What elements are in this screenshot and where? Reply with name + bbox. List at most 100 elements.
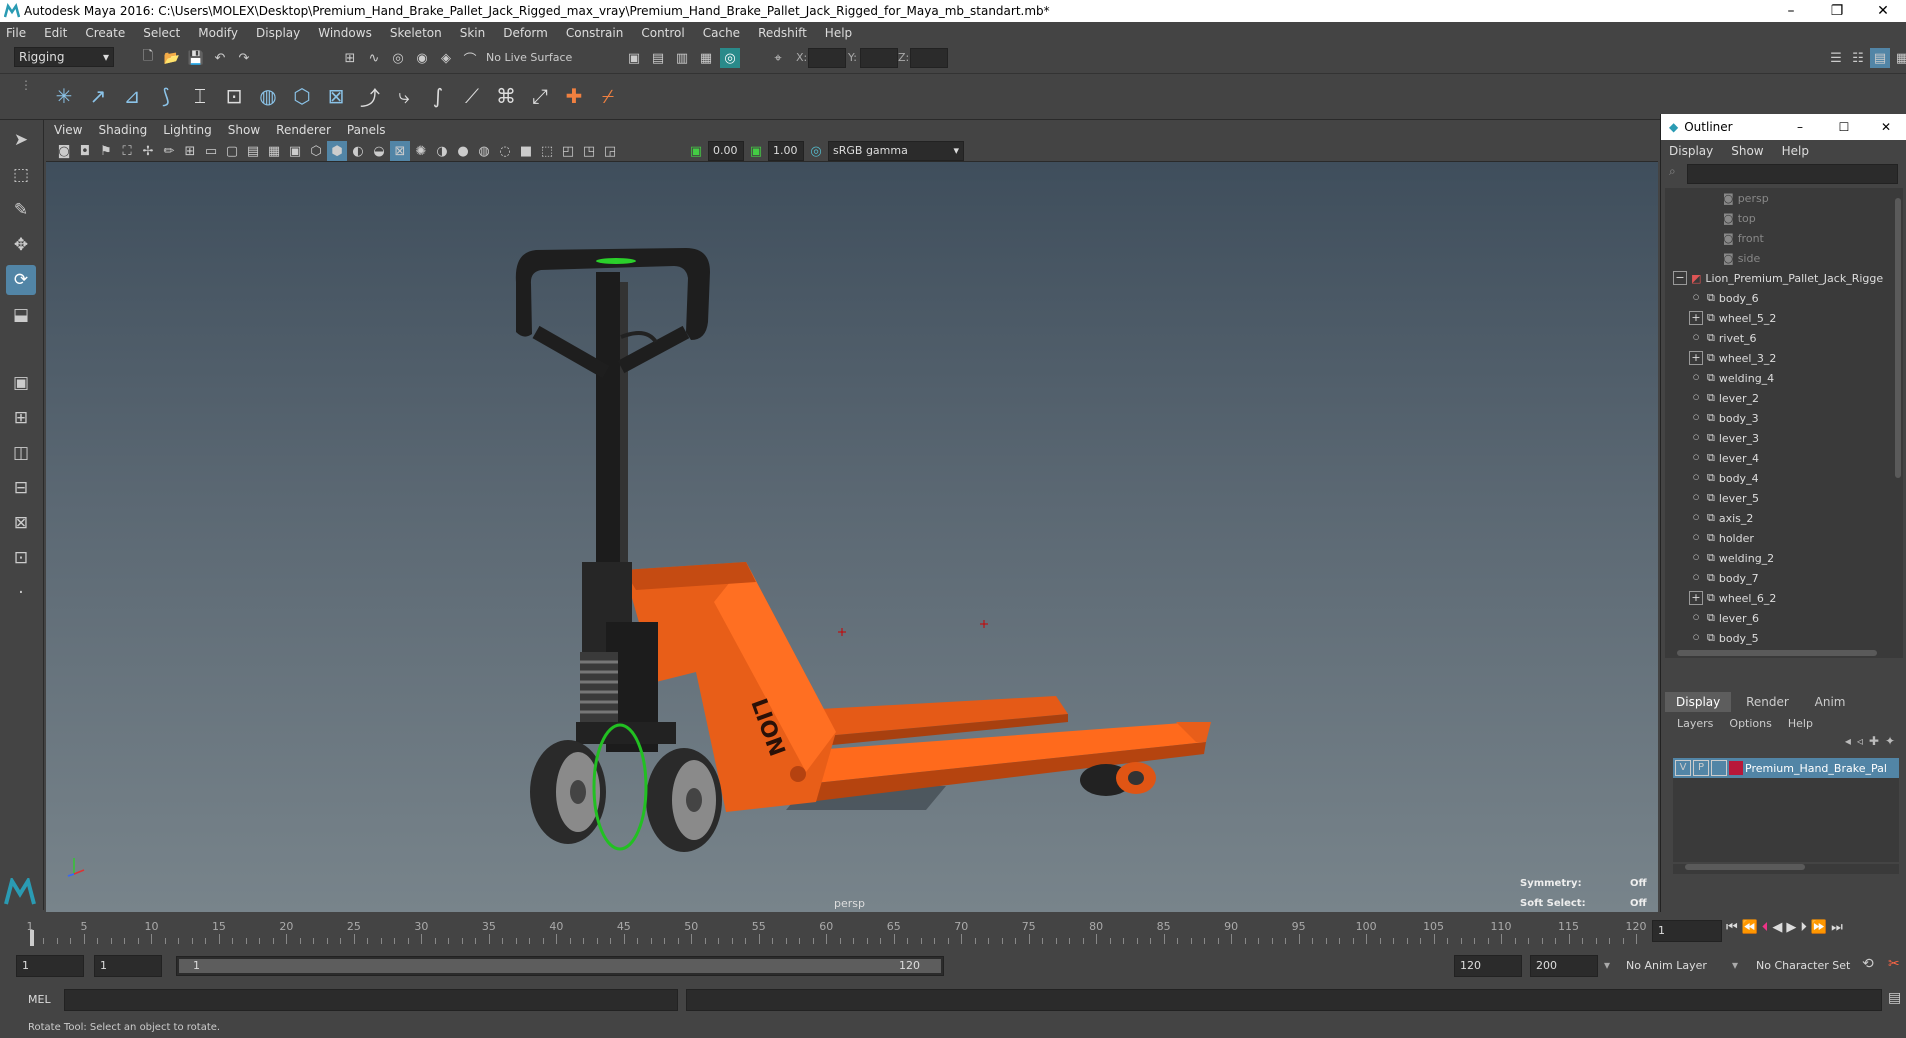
bookmark-icon[interactable]: ⚑ <box>96 141 116 161</box>
undo-icon[interactable]: ↶ <box>210 48 230 68</box>
outliner-item[interactable]: ◙ top <box>1665 208 1893 228</box>
layer-playback-toggle[interactable]: P <box>1693 760 1709 776</box>
film-gate-icon[interactable]: ▭ <box>201 141 221 161</box>
time-slider-ticks[interactable]: 1 5 10 15 20 25 30 35 40 45 50 55 60 65 70 75 80 85 90 95 10… <box>26 916 1647 946</box>
redo-icon[interactable]: ↷ <box>234 48 254 68</box>
graph-persp-icon[interactable]: ⊠ <box>6 508 36 538</box>
auto-key-icon[interactable]: ⟲ <box>1862 956 1874 972</box>
depth-of-field-icon[interactable]: ■ <box>516 141 536 161</box>
layer-menu-help[interactable]: Help <box>1788 717 1813 730</box>
four-view-icon[interactable]: ⊞ <box>6 403 36 433</box>
default-material-icon[interactable]: ◐ <box>348 141 368 161</box>
menu-select[interactable]: Select <box>143 26 180 40</box>
insert-joint-icon[interactable]: ↗ <box>84 82 112 110</box>
grease-pencil-icon[interactable]: ✏ <box>159 141 179 161</box>
lights-icon[interactable]: ✺ <box>411 141 431 161</box>
outliner-minimize-button[interactable]: – <box>1778 120 1822 134</box>
outliner-item[interactable]: ○ ⧉ lever_5 <box>1665 488 1893 508</box>
orient-joint-icon[interactable]: ⤢ <box>526 82 554 110</box>
play-forwards-icon[interactable]: ▶ <box>1786 920 1796 935</box>
outliner-item[interactable]: − ◩ Lion_Premium_Pallet_Jack_Rigge <box>1665 268 1893 288</box>
xray-joints-icon[interactable]: ◳ <box>579 141 599 161</box>
menu-display[interactable]: Display <box>256 26 300 40</box>
tool-settings-icon[interactable]: ☷ <box>1848 48 1868 68</box>
y-field[interactable] <box>860 48 898 68</box>
step-forward-key-icon[interactable]: ⏩ <box>1811 920 1827 935</box>
exposure-icon[interactable]: ▣ <box>686 141 706 161</box>
bind-skin-icon[interactable]: ⤴ <box>356 82 384 110</box>
ipr-render-icon[interactable]: ▥ <box>672 48 692 68</box>
outliner-item[interactable]: ○ ⧉ body_7 <box>1665 568 1893 588</box>
layer-display-type-toggle[interactable] <box>1711 760 1727 776</box>
script-editor-icon[interactable]: ▤ <box>1888 990 1901 1006</box>
lasso-tool-icon[interactable]: ⬚ <box>6 160 36 190</box>
collapse-icon[interactable]: · <box>6 578 36 608</box>
cluster-icon[interactable]: ⊡ <box>220 82 248 110</box>
gamma-field[interactable]: 1.00 <box>768 141 804 161</box>
snap-grid-icon[interactable]: ⊞ <box>340 48 360 68</box>
isolate-select-icon[interactable]: ⬚ <box>537 141 557 161</box>
rigid-bind-icon[interactable]: ⟋ <box>458 82 486 110</box>
image-plane-icon[interactable]: ⛶ <box>117 141 137 161</box>
outliner-maximize-button[interactable]: ☐ <box>1822 120 1866 134</box>
menu-create[interactable]: Create <box>85 26 125 40</box>
motion-blur-icon[interactable]: ◍ <box>474 141 494 161</box>
hypershade-persp-icon[interactable]: ⊡ <box>6 543 36 573</box>
safe-action-icon[interactable]: ▣ <box>285 141 305 161</box>
field-chart-icon[interactable]: ▦ <box>264 141 284 161</box>
channel-box-icon[interactable]: ▤ <box>1870 48 1890 68</box>
gate-mask-icon[interactable]: ▤ <box>243 141 263 161</box>
current-time-indicator[interactable] <box>30 930 34 946</box>
viewport-menu-panels[interactable]: Panels <box>347 123 386 137</box>
exposure-field[interactable]: 0.00 <box>708 141 744 161</box>
menu-file[interactable]: File <box>6 26 26 40</box>
minimize-button[interactable]: – <box>1768 3 1814 19</box>
xray-icon[interactable]: ◰ <box>558 141 578 161</box>
layer-horizontal-scrollbar[interactable] <box>1673 864 1899 874</box>
save-scene-icon[interactable]: 💾 <box>186 48 206 68</box>
go-to-start-icon[interactable]: ⏮ <box>1726 920 1738 935</box>
outliner-item[interactable]: ○ ⧉ body_5 <box>1665 628 1893 648</box>
render-settings-icon[interactable]: ▦ <box>696 48 716 68</box>
current-frame-field[interactable]: 1 <box>1652 920 1722 942</box>
two-view-icon[interactable]: ◫ <box>6 438 36 468</box>
layer-color-swatch[interactable] <box>1729 761 1743 775</box>
layer-row[interactable]: V P Premium_Hand_Brake_Pal <box>1673 758 1899 778</box>
camera-select-icon[interactable]: ◙ <box>54 141 74 161</box>
layer-tab-render[interactable]: Render <box>1735 692 1800 712</box>
outliner-item[interactable]: ◙ side <box>1665 248 1893 268</box>
single-view-icon[interactable]: ▣ <box>6 368 36 398</box>
perspective-viewport[interactable]: LION persp Symmetry: Off Soft Select: Of… <box>46 162 1658 912</box>
command-language-label[interactable]: MEL <box>28 993 51 1006</box>
outliner-item[interactable]: ○ ⧉ lever_4 <box>1665 448 1893 468</box>
layer-visibility-toggle[interactable]: V <box>1675 760 1691 776</box>
chevron-down-icon[interactable]: ▾ <box>1604 958 1610 972</box>
viewport-menu-renderer[interactable]: Renderer <box>276 123 331 137</box>
render-view-icon[interactable]: ▣ <box>624 48 644 68</box>
outliner-menu-help[interactable]: Help <box>1782 144 1809 158</box>
menu-skeleton[interactable]: Skeleton <box>390 26 442 40</box>
gamma-icon[interactable]: ▣ <box>746 141 766 161</box>
snap-curve-icon[interactable]: ∿ <box>364 48 384 68</box>
hypershade-icon[interactable]: ◎ <box>720 48 740 68</box>
resolution-gate-icon[interactable]: ▢ <box>222 141 242 161</box>
outliner-search-input[interactable] <box>1687 164 1898 184</box>
anti-aliasing-icon[interactable]: ◌ <box>495 141 515 161</box>
menu-constrain[interactable]: Constrain <box>566 26 624 40</box>
aim-constraint-icon[interactable]: ⌿ <box>594 82 622 110</box>
character-set-dropdown[interactable]: No Character Set <box>1756 959 1850 972</box>
mirror-joint-icon[interactable]: ⌘ <box>492 82 520 110</box>
outliner-item[interactable]: ○ ⧉ body_4 <box>1665 468 1893 488</box>
layer-menu-options[interactable]: Options <box>1729 717 1771 730</box>
scale-tool-icon[interactable]: ⬓ <box>6 300 36 330</box>
smooth-shade-icon[interactable]: ⬢ <box>327 141 347 161</box>
outliner-vertical-scrollbar[interactable] <box>1893 188 1903 648</box>
wireframe-icon[interactable]: ⬡ <box>306 141 326 161</box>
xray-components-icon[interactable]: ◲ <box>600 141 620 161</box>
close-button[interactable]: ✕ <box>1860 3 1906 19</box>
lattice-icon[interactable]: ◍ <box>254 82 282 110</box>
time-slider[interactable]: 1 5 10 15 20 25 30 35 40 45 50 55 60 65 70 75 80 85 90 95 10… <box>0 912 1906 948</box>
outliner-item[interactable]: + ⧉ wheel_6_2 <box>1665 588 1893 608</box>
menu-help[interactable]: Help <box>825 26 852 40</box>
playback-start-field[interactable]: 1 <box>94 955 162 977</box>
